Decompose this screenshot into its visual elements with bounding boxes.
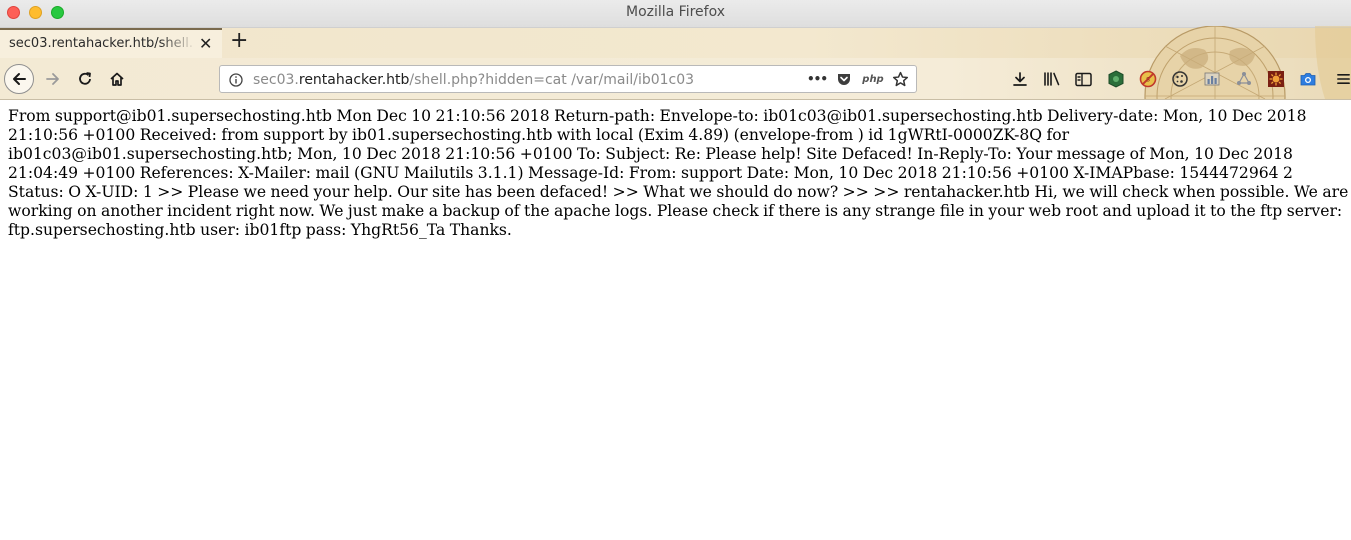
page-actions-icon[interactable]: ••• [807, 70, 828, 88]
svg-text:S: S [1146, 77, 1150, 84]
tab-active[interactable]: sec03.rentahacker.htb/shell.php?hidden=c… [0, 28, 222, 58]
download-icon[interactable] [1009, 68, 1031, 90]
tab-title-fade [160, 30, 196, 58]
bookmark-star-icon[interactable] [891, 70, 909, 88]
extension-chart-icon[interactable] [1201, 68, 1223, 90]
extension-network-icon[interactable] [1233, 68, 1255, 90]
site-info-icon[interactable] [229, 72, 243, 91]
forward-button[interactable] [42, 68, 64, 90]
screenshot-icon[interactable] [1297, 68, 1319, 90]
back-arrow-icon [13, 73, 26, 85]
forward-arrow-icon [46, 73, 59, 85]
pocket-icon[interactable] [835, 70, 853, 88]
library-icon[interactable] [1041, 68, 1063, 90]
url-text[interactable]: sec03.rentahacker.htb/shell.php?hidden=c… [253, 72, 694, 88]
tab-close-icon[interactable]: ✕ [199, 34, 212, 53]
extension-noscript-icon[interactable]: S [1137, 68, 1159, 90]
url-bar[interactable]: sec03.rentahacker.htb/shell.php?hidden=c… [219, 65, 917, 93]
php-extension-icon[interactable]: php [862, 70, 884, 88]
window-titlebar: Mozilla Firefox [0, 0, 1351, 28]
url-path: /shell.php?hidden=cat /var/mail/ib01c03 [409, 72, 695, 88]
home-button[interactable] [106, 68, 128, 90]
extension-sun-icon[interactable] [1265, 68, 1287, 90]
page-body-text: From support@ib01.supersechosting.htb Mo… [8, 107, 1349, 239]
extension-green-icon[interactable] [1105, 68, 1127, 90]
sidebar-icon[interactable] [1072, 68, 1094, 90]
url-domain: rentahacker.htb [298, 72, 410, 88]
back-button[interactable] [4, 64, 34, 94]
window-title: Mozilla Firefox [625, 4, 726, 20]
menu-icon[interactable] [1336, 68, 1351, 90]
reload-button[interactable] [74, 68, 96, 90]
cookie-icon[interactable] [1169, 68, 1191, 90]
url-prefix: sec03. [253, 72, 299, 88]
tab-strip: sec03.rentahacker.htb/shell.php?hidden=c… [0, 28, 1351, 58]
home-icon [110, 72, 124, 86]
new-tab-button[interactable]: + [230, 30, 248, 52]
reload-icon [79, 72, 91, 85]
